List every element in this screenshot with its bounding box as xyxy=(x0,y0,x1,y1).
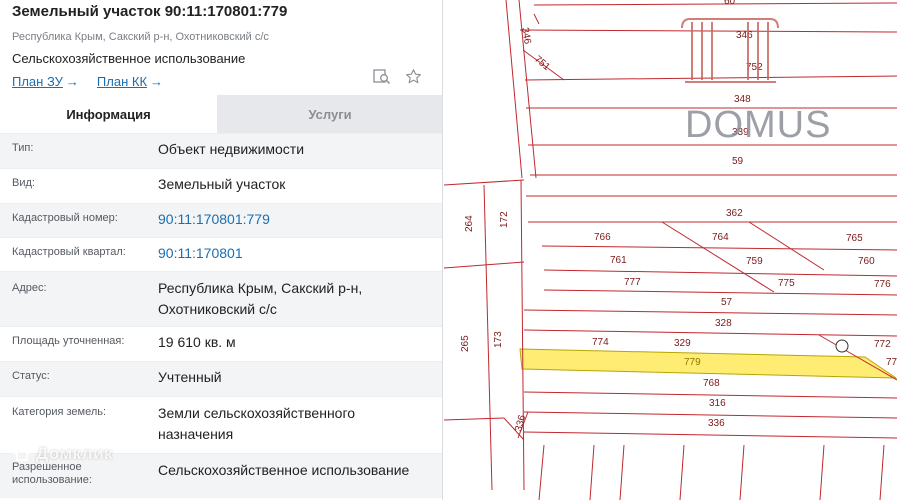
highlighted-parcel-779[interactable] xyxy=(519,348,897,379)
domus-text: DOMUS xyxy=(685,104,831,146)
row-value: Объект недвижимости xyxy=(158,141,305,157)
parcel-label: 760 xyxy=(858,256,875,267)
domclick-logo-icon xyxy=(13,446,31,461)
row-label: Кадастровый номер: xyxy=(12,212,118,224)
usage-text: Сельскохозяйственное использование xyxy=(12,51,246,66)
parcel-label: 336 xyxy=(708,418,725,429)
header-actions xyxy=(373,68,422,85)
row-value: Земли сельскохозяйственного назначения xyxy=(158,405,356,442)
watermark-text: Домклик xyxy=(36,444,114,463)
parcel-label: 777 xyxy=(624,277,641,288)
parcel-label: 775 xyxy=(778,278,795,289)
parcel-label: 265 xyxy=(460,335,471,352)
parcel-label: 766 xyxy=(594,232,611,243)
cadastral-number-link[interactable]: 90:11:170801:779 xyxy=(158,209,442,237)
row-label: Вид: xyxy=(12,177,35,189)
table-row: Тип: Объект недвижимости xyxy=(0,133,442,168)
cadastral-map[interactable]: 60 346 346 751 752 348 339 59 264 172 36… xyxy=(444,0,897,500)
row-value: 19 610 кв. м xyxy=(158,334,236,350)
parcel-label: 173 xyxy=(493,331,504,348)
parcel-label: 776 xyxy=(874,279,891,290)
parcel-label: 264 xyxy=(464,215,475,232)
parcel-label: 768 xyxy=(703,378,720,389)
panel-header: Земельный участок 90:11:170801:779 Респу… xyxy=(0,0,442,95)
row-label: Разрешенное использование: xyxy=(12,461,92,486)
parcel-label: 59 xyxy=(732,156,744,167)
star-icon[interactable] xyxy=(405,68,422,85)
arrow-right-icon: → xyxy=(150,74,164,89)
parcel-label: 60 xyxy=(724,0,736,7)
map-search-icon[interactable] xyxy=(373,68,391,85)
parcel-label: 774 xyxy=(592,337,609,348)
table-row: Площадь уточненная: 19 610 кв. м xyxy=(0,326,442,361)
parcel-lines xyxy=(444,0,897,500)
parcel-label: 328 xyxy=(715,318,732,329)
parcel-label: 316 xyxy=(709,398,726,409)
parcel-label: 772 xyxy=(874,339,891,350)
table-row: Статус: Учтенный xyxy=(0,361,442,396)
tab-bar: Информация Услуги xyxy=(0,95,442,133)
arrow-right-icon: → xyxy=(65,74,79,89)
tab-services[interactable]: Услуги xyxy=(217,95,442,133)
info-panel: Земельный участок 90:11:170801:779 Респу… xyxy=(0,0,443,500)
row-label: Тип: xyxy=(12,142,34,154)
table-row: Вид: Земельный участок xyxy=(0,168,442,203)
parcel-label: 362 xyxy=(726,208,743,219)
row-label: Статус: xyxy=(12,370,50,382)
parcel-label: 77 xyxy=(886,357,897,368)
domus-watermark: DOMUS xyxy=(681,18,831,146)
cadastral-quarter-link[interactable]: 90:11:170801 xyxy=(158,243,442,271)
parcel-label: 751 xyxy=(532,54,552,73)
parcel-label-779: 779 xyxy=(684,357,701,368)
parcel-label: 759 xyxy=(746,256,763,267)
table-row: Адрес: Республика Крым, Сакский р-н, Охо… xyxy=(0,271,442,326)
plan-kk-link[interactable]: План КК → xyxy=(97,74,163,90)
column-logo-icon xyxy=(681,18,779,83)
table-row: Кадастровый номер: 90:11:170801:779 xyxy=(0,203,442,237)
domclick-watermark: Домклик xyxy=(12,444,113,464)
table-row: Кадастровый квартал: 90:11:170801 xyxy=(0,237,442,271)
parcel-label: 764 xyxy=(712,232,729,243)
tab-info[interactable]: Информация xyxy=(0,95,217,133)
plan-kk-label[interactable]: План КК xyxy=(97,74,147,89)
parcel-label: 346 xyxy=(736,30,753,41)
parcel-label: 346 xyxy=(519,27,533,46)
parcel-label: 761 xyxy=(610,255,627,266)
address-subtitle: Республика Крым, Сакский р-н, Охотниковс… xyxy=(12,31,269,43)
row-label: Площадь уточненная: xyxy=(12,335,125,347)
parcel-label: 329 xyxy=(674,338,691,349)
plan-zu-label[interactable]: План ЗУ xyxy=(12,74,63,89)
parcel-label: 765 xyxy=(846,233,863,244)
row-value: Сельскохозяйственное использование xyxy=(158,462,410,478)
row-value: Земельный участок xyxy=(158,176,286,192)
row-value: Республика Крым, Сакский р-н, Охотниковс… xyxy=(158,280,363,317)
plan-links: План ЗУ → План КК → xyxy=(12,74,430,90)
row-label: Кадастровый квартал: xyxy=(12,246,126,258)
parcel-label: 336 xyxy=(513,413,528,432)
row-label: Адрес: xyxy=(12,282,47,294)
plan-zu-link[interactable]: План ЗУ → xyxy=(12,74,79,90)
row-value: Учтенный xyxy=(158,369,222,385)
page-title: Земельный участок 90:11:170801:779 xyxy=(12,3,288,20)
parcel-label: 57 xyxy=(721,297,733,308)
parcel-label: 172 xyxy=(499,211,510,228)
